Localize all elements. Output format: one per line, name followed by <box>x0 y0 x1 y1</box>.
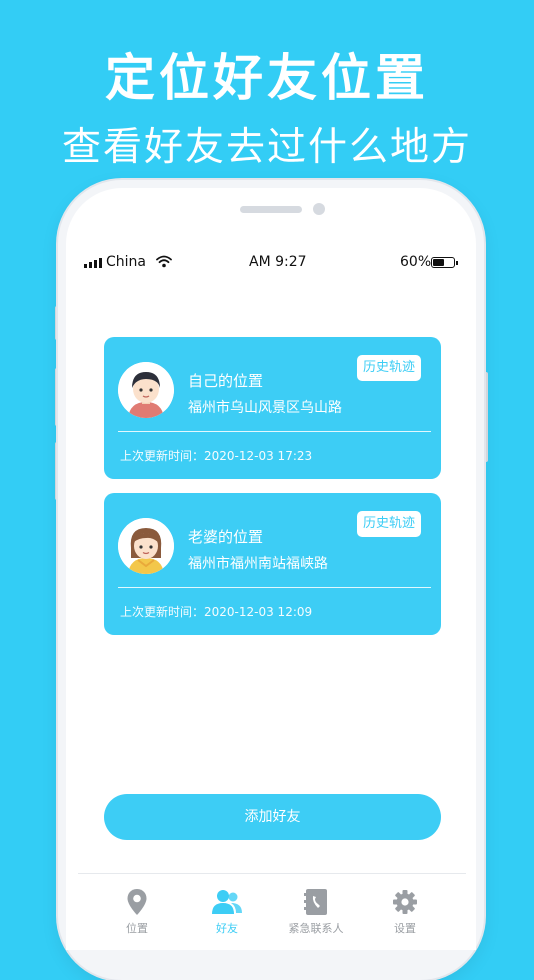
tab-label: 好友 <box>216 922 238 935</box>
girl-avatar-icon <box>118 518 174 574</box>
battery-percent: 60% <box>400 254 432 270</box>
tab-emergency-contacts[interactable]: 紧急联系人 <box>281 888 351 936</box>
carrier-label: China <box>106 254 146 270</box>
phone-power-button <box>484 372 488 462</box>
tab-location[interactable]: 位置 <box>102 888 172 936</box>
phone-speaker <box>240 206 302 213</box>
add-friend-button[interactable]: 添加好友 <box>104 794 441 840</box>
location-pin-icon <box>127 889 147 915</box>
phone-camera <box>313 203 325 215</box>
history-track-button[interactable]: 历史轨迹 <box>356 511 421 537</box>
wifi-icon <box>156 255 172 268</box>
gear-icon <box>393 890 417 914</box>
tab-friends[interactable]: 好友 <box>192 888 262 936</box>
promo-subtitle: 查看好友去过什么地方 <box>61 125 472 170</box>
boy-avatar-icon <box>118 362 174 418</box>
tab-settings[interactable]: 设置 <box>370 888 440 936</box>
friends-icon <box>212 890 242 914</box>
card-address: 福州市福州南站福峡路 <box>188 556 328 572</box>
signal-icon <box>84 258 102 268</box>
location-card-wife[interactable]: 老婆的位置 福州市福州南站福峡路 历史轨迹 上次更新时间：2020-12-03 … <box>104 493 441 635</box>
card-divider <box>118 587 431 588</box>
promo-title: 定位好友位置 <box>105 49 429 107</box>
tab-label: 设置 <box>394 922 416 935</box>
battery-icon <box>431 257 458 268</box>
card-updated-time: 上次更新时间：2020-12-03 17:23 <box>120 449 313 463</box>
tab-bar-divider <box>78 873 466 874</box>
tab-label: 紧急联系人 <box>288 922 344 935</box>
card-divider <box>118 431 431 432</box>
tab-label: 位置 <box>126 922 148 935</box>
history-track-button[interactable]: 历史轨迹 <box>356 355 421 381</box>
contacts-book-icon <box>304 889 327 915</box>
card-updated-time: 上次更新时间：2020-12-03 12:09 <box>120 605 313 619</box>
clock: AM 9:27 <box>249 254 307 270</box>
location-card-self[interactable]: 自己的位置 福州市乌山风景区乌山路 历史轨迹 上次更新时间：2020-12-03… <box>104 337 441 479</box>
card-title: 老婆的位置 <box>188 528 264 546</box>
card-address: 福州市乌山风景区乌山路 <box>188 400 342 416</box>
card-title: 自己的位置 <box>188 372 264 390</box>
